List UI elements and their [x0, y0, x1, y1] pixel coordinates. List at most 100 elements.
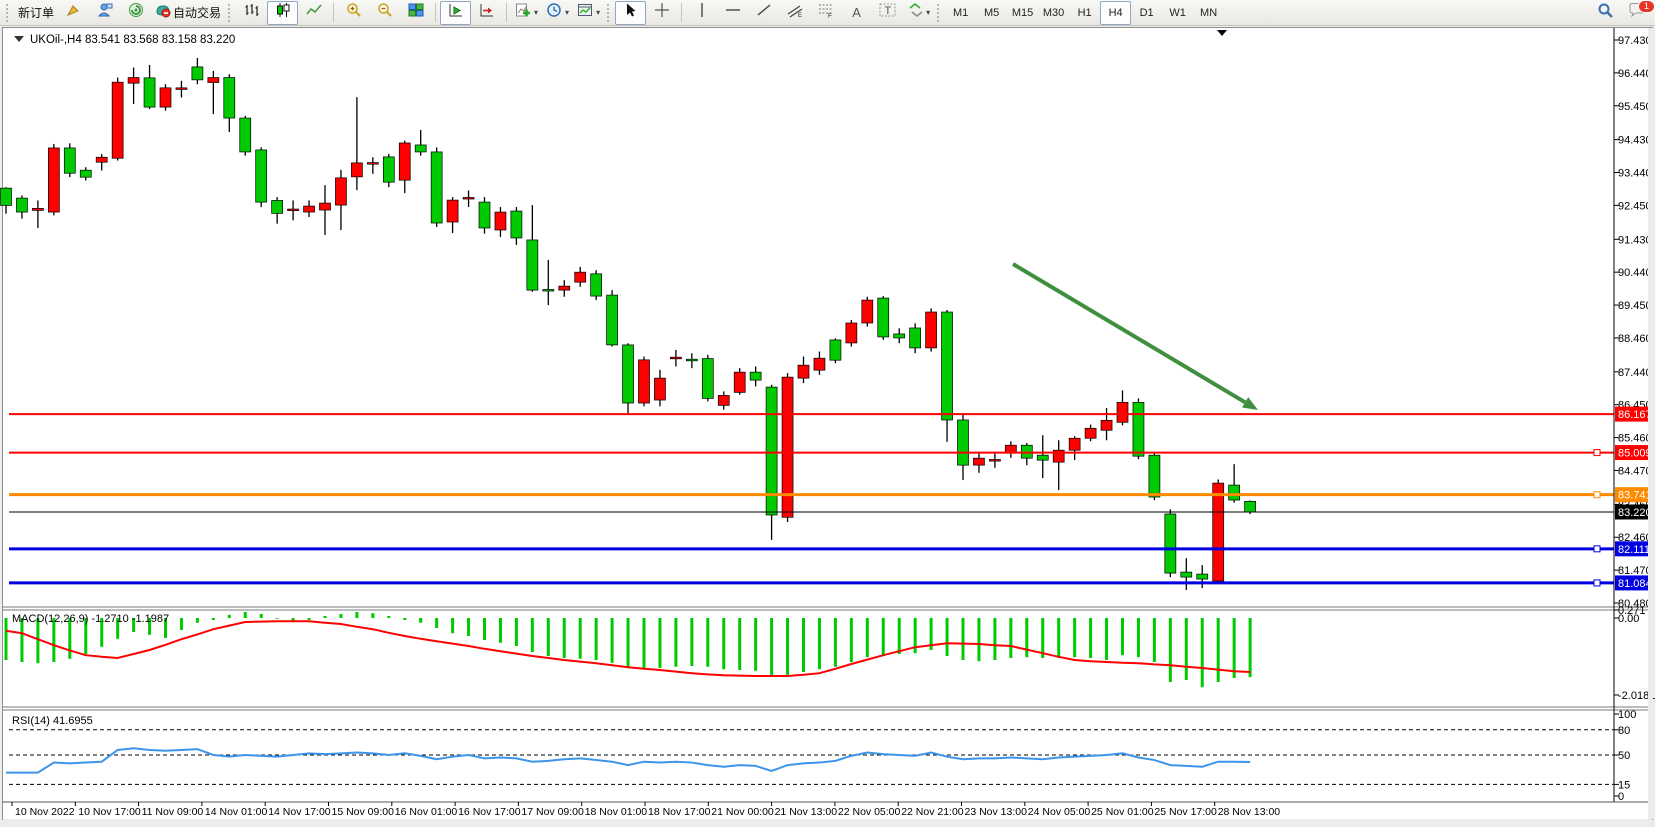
candle-body	[1, 188, 12, 205]
label-tool-button[interactable]: T	[872, 1, 903, 25]
cursor-tool-button[interactable]	[615, 1, 646, 25]
fibonacci-icon: F	[818, 2, 834, 23]
price-line-badge-label: 81.084	[1618, 578, 1652, 590]
vertical-line-icon	[694, 2, 710, 23]
fibonacci-tool-button[interactable]: F	[810, 1, 841, 25]
channel-tool-button[interactable]: E	[779, 1, 810, 25]
time-tick-label: 14 Nov 01:00	[205, 806, 268, 818]
line-handle[interactable]	[1594, 580, 1600, 586]
timeframe-button-M30[interactable]: M30	[1038, 1, 1069, 25]
candle	[830, 338, 841, 363]
candle-body	[846, 323, 857, 343]
candle-body	[973, 458, 984, 465]
candle	[782, 373, 793, 522]
text-tool-button[interactable]: A	[841, 1, 872, 25]
candle-body	[1165, 514, 1176, 573]
toolbar-grip[interactable]	[6, 4, 11, 22]
candle-body	[112, 82, 123, 158]
trendline-tool-button[interactable]	[748, 1, 779, 25]
chevron-down-icon: ▾	[534, 8, 538, 17]
candle	[383, 154, 394, 187]
candle-body	[367, 163, 378, 165]
timeframe-button-MN[interactable]: MN	[1193, 1, 1224, 25]
auto-scroll-icon	[448, 2, 464, 23]
price-tick-label: 90.440	[1618, 267, 1652, 279]
notifications-button[interactable]: 1	[1621, 1, 1652, 25]
timeframe-button-H1[interactable]: H1	[1069, 1, 1100, 25]
new-order-button[interactable]: 新订单	[14, 1, 58, 25]
candle-body	[16, 198, 27, 212]
timeframe-button-M15[interactable]: M15	[1007, 1, 1038, 25]
timeframe-button-D1[interactable]: D1	[1131, 1, 1162, 25]
candle-body	[910, 328, 921, 348]
horizontal-line-tool-button[interactable]	[717, 1, 748, 25]
candle-body	[320, 203, 331, 210]
time-tick-label: 11 Nov 09:00	[142, 806, 204, 818]
timeframe-toolbar: M1M5 M15 M30H1H4 D1 W1MN	[945, 1, 1224, 25]
candle-body	[1245, 501, 1256, 512]
bar-chart-mode-button[interactable]	[236, 1, 267, 25]
time-tick-label: 18 Nov 17:00	[648, 806, 711, 818]
signal-icon	[128, 2, 144, 23]
label-tool-icon: T	[879, 2, 897, 23]
timeframe-button-M5[interactable]: M5	[976, 1, 1007, 25]
candle-body	[335, 178, 346, 205]
templates-button[interactable]: ▾	[573, 1, 604, 25]
auto-scroll-button[interactable]	[440, 1, 471, 25]
crosshair-tool-button[interactable]	[646, 1, 677, 25]
tile-windows-button[interactable]	[400, 1, 431, 25]
line-handle[interactable]	[1594, 450, 1600, 456]
time-tick-label: 28 Nov 13:00	[1218, 806, 1281, 818]
chart-canvas[interactable]: 97.43096.44095.45094.43093.44092.45091.4…	[0, 26, 1655, 827]
candle-body	[80, 170, 91, 177]
timeframe-button-M1[interactable]: M1	[945, 1, 976, 25]
candlestick-mode-button[interactable]	[267, 1, 298, 25]
chart-shift-button[interactable]	[471, 1, 502, 25]
candle-body	[144, 78, 155, 107]
line-chart-icon	[306, 2, 322, 23]
candle-body	[894, 334, 905, 338]
line-handle[interactable]	[1594, 546, 1600, 552]
candle-body	[479, 202, 490, 228]
candle-body	[814, 358, 825, 370]
candle-body	[1197, 574, 1208, 579]
candle-body	[1069, 438, 1080, 450]
signals-button[interactable]	[120, 1, 151, 25]
candle	[256, 147, 267, 207]
candle-body	[989, 460, 1000, 462]
candle	[240, 116, 251, 156]
timeframe-button-H4[interactable]: H4	[1100, 1, 1131, 25]
timeframe-button-W1[interactable]: W1	[1162, 1, 1193, 25]
arrows-tool-button[interactable]: ▾	[903, 1, 934, 25]
zoom-out-button[interactable]	[369, 1, 400, 25]
candle-body	[192, 67, 203, 80]
candle-body	[240, 118, 251, 152]
price-tick-label: 85.460	[1618, 433, 1652, 445]
candle-body	[1085, 428, 1096, 438]
toolbar-grip[interactable]	[937, 4, 942, 22]
svg-text:T: T	[884, 5, 891, 17]
candle-body	[782, 377, 793, 517]
zoom-in-button[interactable]	[338, 1, 369, 25]
candle-body	[288, 209, 299, 211]
line-chart-mode-button[interactable]	[298, 1, 329, 25]
line-handle[interactable]	[1594, 492, 1600, 498]
candle-body	[1149, 455, 1160, 497]
community-button[interactable]	[89, 1, 120, 25]
auto-trading-button[interactable]: 自动交易	[151, 1, 225, 25]
toolbar-separator	[506, 3, 507, 22]
new-order-label: 新订单	[18, 4, 54, 21]
candle-body	[351, 163, 362, 177]
vertical-line-tool-button[interactable]	[686, 1, 717, 25]
periods-button[interactable]: ▾	[542, 1, 573, 25]
toolbar-grip[interactable]	[607, 4, 612, 22]
time-tick-label: 21 Nov 13:00	[775, 806, 838, 818]
indicators-button[interactable]: ▾	[511, 1, 542, 25]
time-tick-label: 22 Nov 21:00	[901, 806, 964, 818]
pointer-tool-button[interactable]	[58, 1, 89, 25]
timeframe-label: D1	[1140, 7, 1154, 19]
timeframe-label: M15	[1012, 7, 1033, 19]
toolbar-grip[interactable]	[228, 4, 233, 22]
candle-body	[878, 298, 889, 337]
search-button[interactable]	[1590, 1, 1621, 25]
